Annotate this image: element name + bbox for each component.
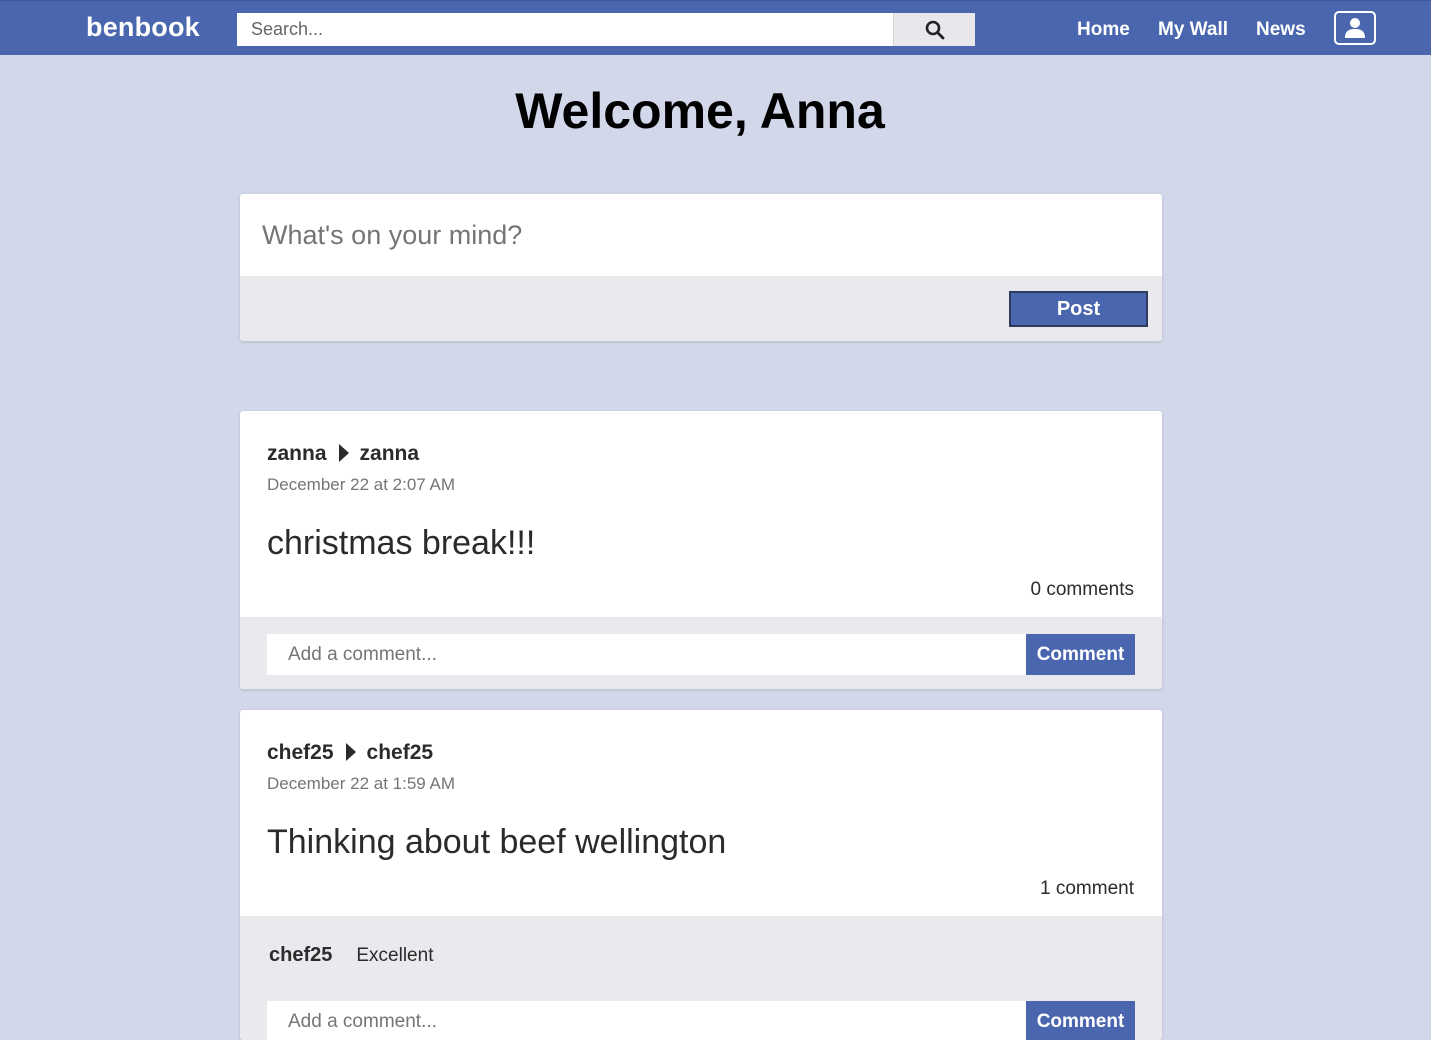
search-bar bbox=[237, 13, 975, 46]
post-author-link[interactable]: chef25 bbox=[267, 741, 334, 764]
post-body: christmas break!!! bbox=[267, 524, 536, 562]
page-title: Welcome, Anna bbox=[515, 83, 885, 139]
post-card: zanna zanna December 22 at 2:07 AM christ… bbox=[240, 411, 1162, 689]
post-header: chef25 chef25 bbox=[267, 741, 433, 765]
comment-text: Excellent bbox=[356, 945, 434, 966]
post-body: Thinking about beef wellington bbox=[267, 823, 727, 861]
comment-section: Comment bbox=[240, 617, 1162, 689]
nav-home-link[interactable]: Home bbox=[1077, 19, 1130, 41]
top-navigation-bar: benbook Home My Wall News bbox=[0, 0, 1431, 55]
post-timestamp: December 22 at 1:59 AM bbox=[267, 774, 456, 793]
post-composer: Post bbox=[240, 194, 1162, 341]
post-header: zanna zanna bbox=[267, 442, 419, 466]
comment-input[interactable] bbox=[267, 634, 1026, 675]
post-author-link[interactable]: zanna bbox=[267, 442, 327, 465]
comment-button[interactable]: Comment bbox=[1026, 634, 1135, 675]
comment-input[interactable] bbox=[267, 1001, 1026, 1040]
comment-count[interactable]: 0 comments bbox=[1031, 579, 1134, 601]
post-recipient-link[interactable]: chef25 bbox=[367, 741, 434, 764]
comment-button[interactable]: Comment bbox=[1026, 1001, 1135, 1040]
comment-count[interactable]: 1 comment bbox=[1040, 878, 1134, 900]
search-button[interactable] bbox=[893, 13, 975, 46]
nav-my-wall-link[interactable]: My Wall bbox=[1158, 19, 1228, 41]
post-button[interactable]: Post bbox=[1009, 291, 1148, 327]
post-timestamp: December 22 at 2:07 AM bbox=[267, 475, 456, 494]
post-recipient-link[interactable]: zanna bbox=[360, 442, 420, 465]
comment-item: chef25 Excellent bbox=[269, 944, 433, 967]
post-card: chef25 chef25 December 22 at 1:59 AM Thin… bbox=[240, 710, 1162, 1040]
status-input[interactable] bbox=[240, 194, 1162, 276]
user-icon bbox=[1345, 18, 1365, 38]
benbook-logo[interactable]: benbook bbox=[86, 12, 200, 43]
arrow-right-icon bbox=[345, 743, 356, 761]
profile-button[interactable] bbox=[1334, 11, 1376, 45]
nav-news-link[interactable]: News bbox=[1256, 19, 1306, 41]
search-input[interactable] bbox=[237, 13, 893, 46]
comment-section: chef25 Excellent Comment bbox=[240, 916, 1162, 1040]
composer-footer: Post bbox=[240, 276, 1162, 341]
comment-form: Comment bbox=[267, 634, 1135, 675]
comment-form: Comment bbox=[267, 1001, 1135, 1040]
comment-author-link[interactable]: chef25 bbox=[269, 944, 332, 966]
search-icon bbox=[925, 20, 945, 40]
arrow-right-icon bbox=[338, 444, 349, 462]
